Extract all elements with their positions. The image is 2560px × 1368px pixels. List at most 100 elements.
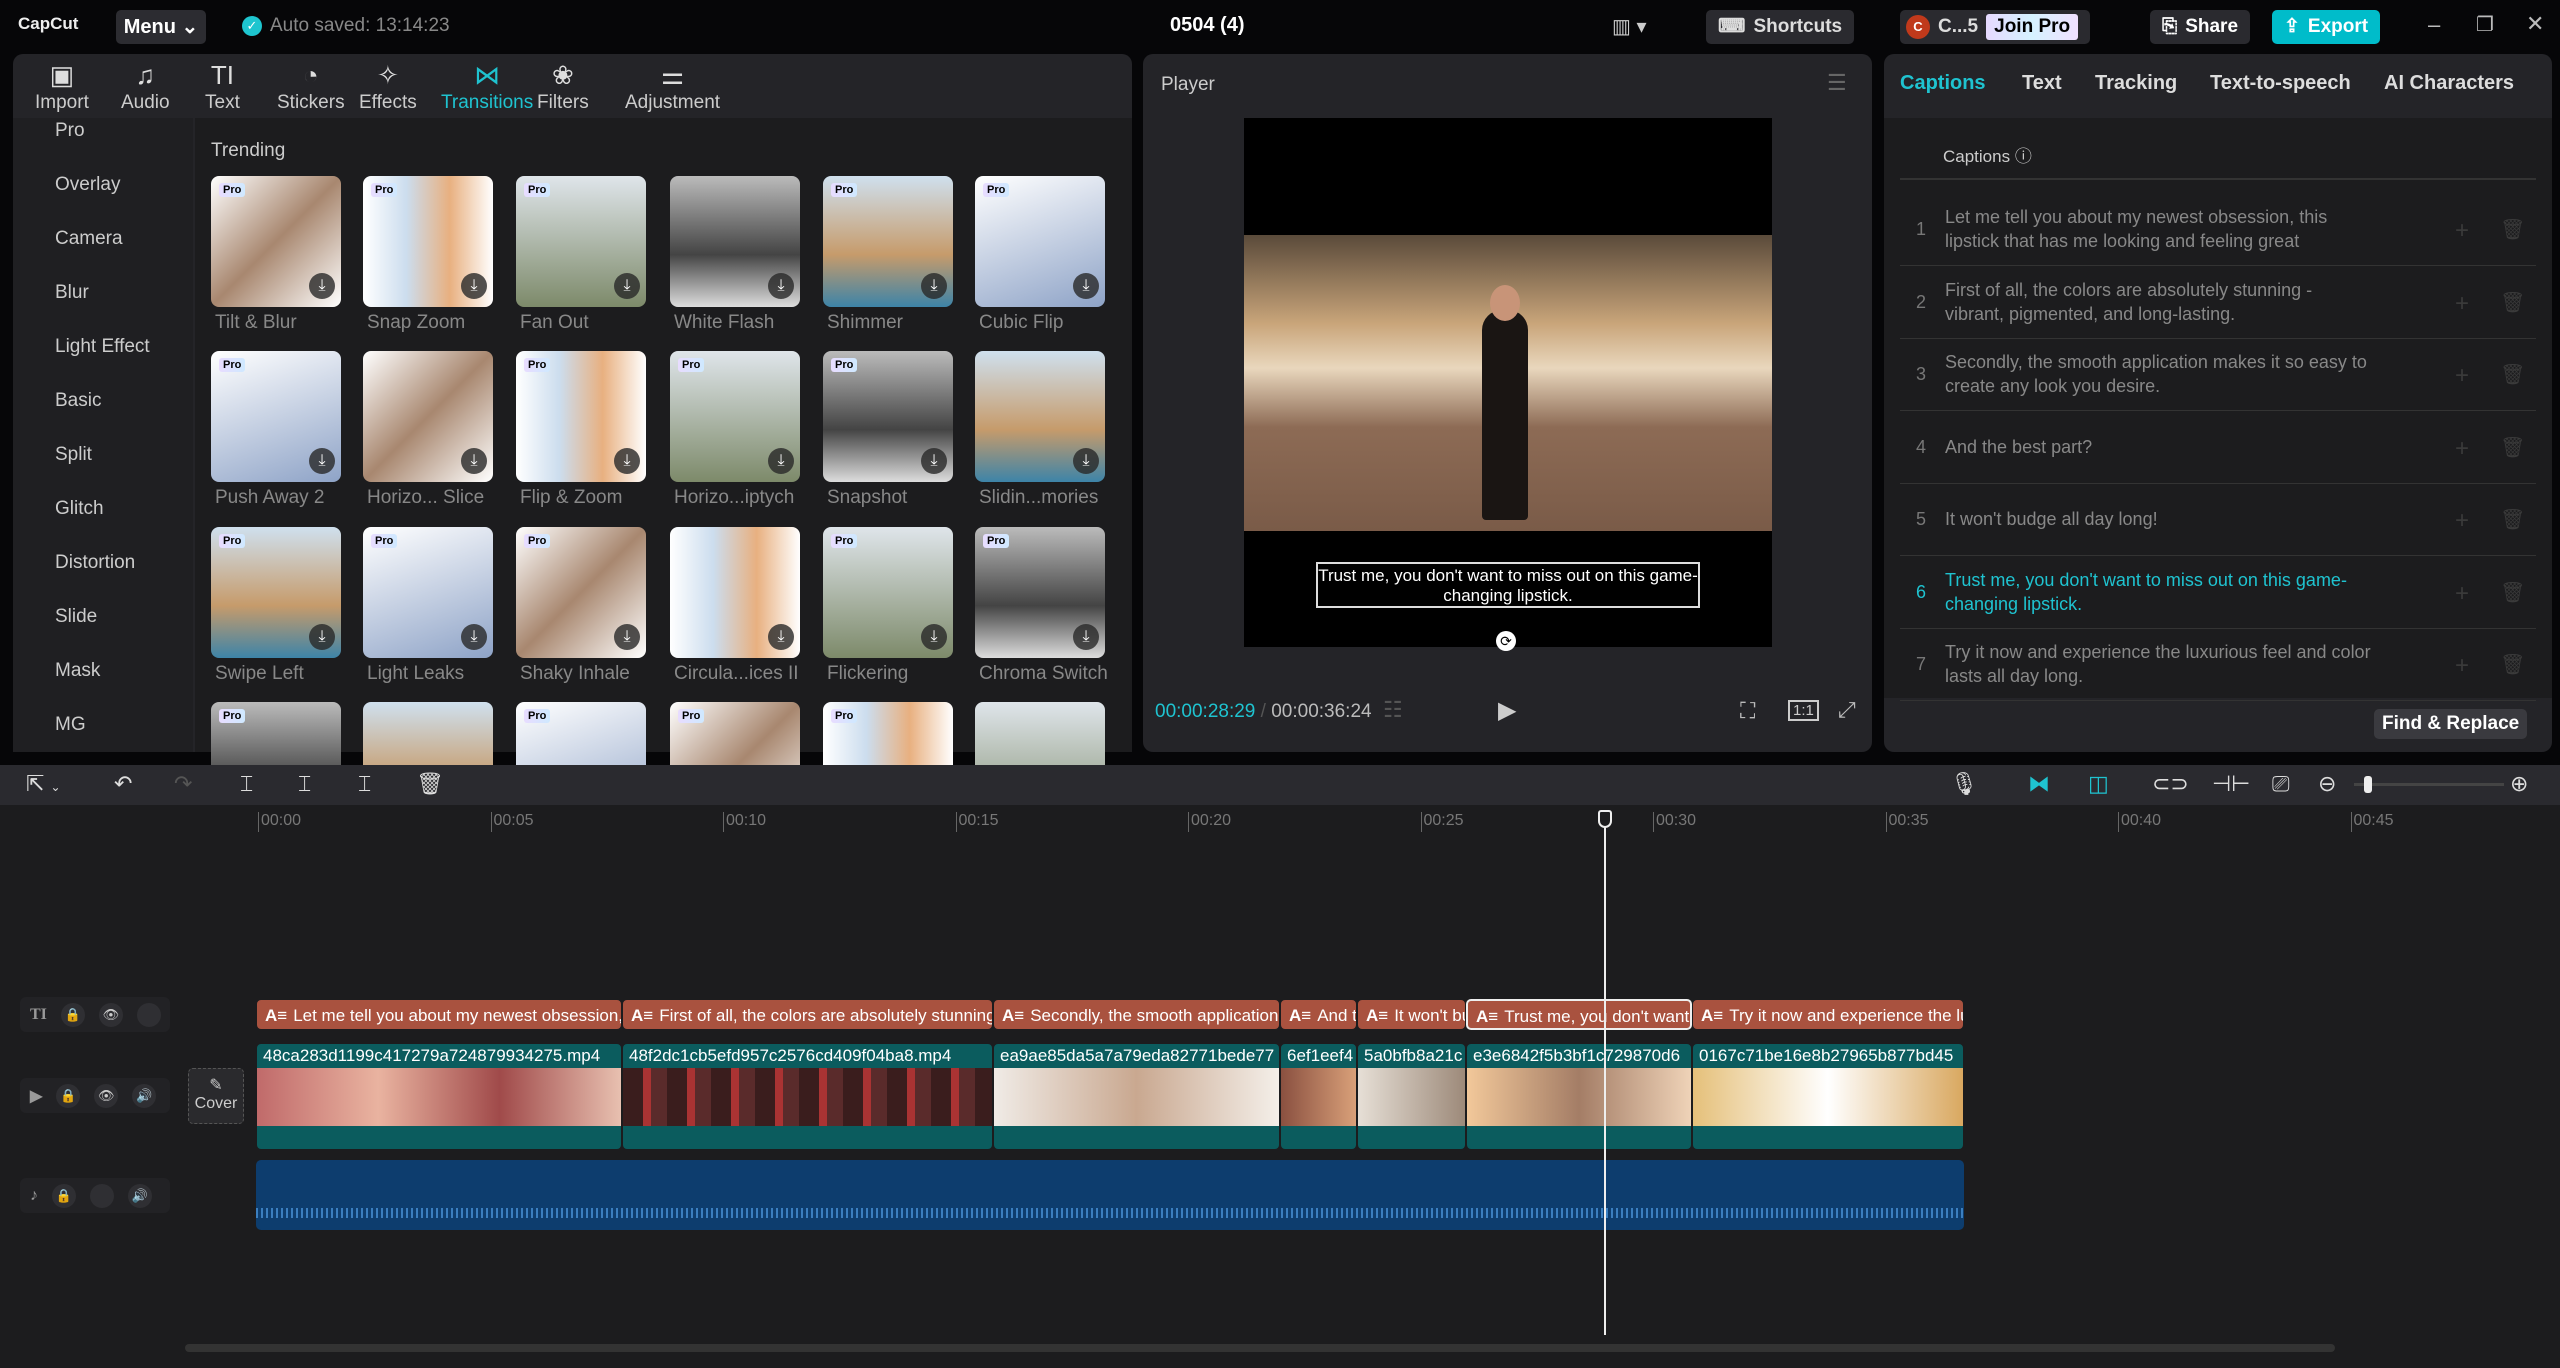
- category-blur[interactable]: Blur: [55, 282, 89, 304]
- transition-card[interactable]: Pro ⤓: [363, 176, 493, 307]
- transition-card[interactable]: Pro ⤓: [823, 176, 953, 307]
- tab-transitions[interactable]: ⋈ Transitions: [441, 58, 533, 114]
- add-icon[interactable]: +: [2455, 435, 2469, 463]
- download-icon[interactable]: ⤓: [1073, 448, 1099, 474]
- eye-icon[interactable]: 👁: [94, 1083, 119, 1108]
- download-icon[interactable]: ⤓: [461, 624, 487, 650]
- caption-clip[interactable]: A≡ And the best part?: [1280, 999, 1357, 1030]
- transition-card[interactable]: ⤓: [363, 351, 493, 482]
- caption-text[interactable]: Let me tell you about my newest obsessio…: [1945, 205, 2375, 253]
- delete-icon[interactable]: 🗑: [416, 771, 444, 797]
- select-tool-icon[interactable]: ⇱ ⌄: [26, 771, 61, 797]
- tab-filters[interactable]: ❀ Filters: [537, 58, 589, 114]
- caption-clip[interactable]: A≡ First of all, the colors are absolutel…: [622, 999, 993, 1030]
- trash-icon[interactable]: 🗑: [2500, 507, 2525, 532]
- add-icon[interactable]: +: [2455, 217, 2469, 245]
- transition-card[interactable]: Pro ⤓: [975, 527, 1105, 658]
- caption-text[interactable]: Trust me, you don't want to miss out on …: [1945, 568, 2375, 616]
- video-clip[interactable]: 6ef1eef4: [1280, 1043, 1357, 1150]
- rotate-handle-icon[interactable]: ⟳: [1496, 631, 1516, 651]
- download-icon[interactable]: ⤓: [614, 624, 640, 650]
- zoom-out-icon[interactable]: ⊖: [2318, 771, 2336, 797]
- transition-card[interactable]: Pro ⤓: [823, 527, 953, 658]
- split-icon[interactable]: ⌶: [240, 771, 253, 797]
- download-icon[interactable]: ⤓: [921, 273, 947, 299]
- download-icon[interactable]: ⤓: [921, 448, 947, 474]
- caption-text[interactable]: Try it now and experience the luxurious …: [1945, 640, 2375, 688]
- video-clip[interactable]: 0167c71be16e8b27965b877bd45: [1692, 1043, 1964, 1150]
- split-preview-icon[interactable]: ⊣⊢: [2212, 771, 2250, 797]
- category-basic[interactable]: Basic: [55, 390, 101, 412]
- mute-icon[interactable]: 🔊: [132, 1083, 157, 1108]
- share-button[interactable]: ⎘ Share: [2150, 10, 2251, 44]
- add-icon[interactable]: +: [2455, 290, 2469, 318]
- category-glitch[interactable]: Glitch: [55, 498, 104, 520]
- split-right-icon[interactable]: ⌶: [358, 771, 371, 797]
- caption-text[interactable]: And the best part?: [1945, 435, 2375, 459]
- caption-row[interactable]: 4 And the best part? + 🗑: [1900, 411, 2536, 484]
- tab-ai-characters[interactable]: AI Characters: [2384, 72, 2514, 95]
- category-slide[interactable]: Slide: [55, 606, 97, 628]
- transition-card[interactable]: ⤓: [670, 176, 800, 307]
- category-light-effect[interactable]: Light Effect: [55, 336, 150, 358]
- add-icon[interactable]: +: [2455, 580, 2469, 608]
- trash-icon[interactable]: 🗑: [2500, 435, 2525, 460]
- caption-overlay[interactable]: Trust me, you don't want to miss out on …: [1316, 562, 1700, 608]
- caption-clip[interactable]: A≡ Try it now and experience the luxuriou…: [1692, 999, 1964, 1030]
- ratio-button[interactable]: 1:1: [1788, 700, 1819, 721]
- caption-row[interactable]: 7 Try it now and experience the luxurious…: [1900, 628, 2536, 701]
- caption-clip[interactable]: A≡ Secondly, the smooth application makes…: [993, 999, 1280, 1030]
- add-icon[interactable]: +: [2455, 652, 2469, 680]
- video-clip[interactable]: 5a0bfb8a21c: [1357, 1043, 1466, 1150]
- join-pro-button[interactable]: Join Pro: [1986, 14, 2079, 40]
- zoom-fit-icon[interactable]: ⛶: [1740, 698, 1755, 724]
- timeline-scrollbar[interactable]: [185, 1344, 2335, 1352]
- preview-axis-icon[interactable]: ⎚: [2272, 771, 2290, 797]
- export-button[interactable]: ⇪ Export: [2272, 10, 2381, 44]
- restore-icon[interactable]: ❐: [2476, 12, 2494, 37]
- tab-stickers[interactable]: ◔ Stickers: [277, 58, 345, 114]
- caption-row[interactable]: 1 Let me tell you about my newest obsessi…: [1900, 193, 2536, 266]
- caption-text[interactable]: Secondly, the smooth application makes i…: [1945, 350, 2375, 398]
- eye-icon[interactable]: 👁: [98, 1002, 123, 1027]
- transition-card[interactable]: Pro ⤓: [516, 176, 646, 307]
- playhead-handle[interactable]: [1598, 810, 1613, 828]
- category-overlay[interactable]: Overlay: [55, 174, 120, 196]
- cover-button[interactable]: ✎ Cover: [188, 1068, 244, 1124]
- caption-text[interactable]: It won't budge all day long!: [1945, 507, 2375, 531]
- download-icon[interactable]: ⤓: [921, 624, 947, 650]
- zoom-slider-handle[interactable]: [2364, 776, 2372, 793]
- minimize-icon[interactable]: –: [2428, 12, 2440, 38]
- lock-icon[interactable]: 🔒: [52, 1183, 76, 1208]
- caption-row[interactable]: 6 Trust me, you don't want to miss out on…: [1900, 556, 2536, 629]
- transition-card[interactable]: Pro ⤓: [516, 351, 646, 482]
- transition-card[interactable]: Pro ⤓: [211, 527, 341, 658]
- transition-card[interactable]: Pro ⤓: [211, 176, 341, 307]
- transition-card[interactable]: Pro ⤓: [975, 176, 1105, 307]
- trash-icon[interactable]: 🗑: [2500, 290, 2525, 315]
- tab-text[interactable]: TI Text: [205, 58, 240, 114]
- tab-effects[interactable]: ✧ Effects: [359, 58, 417, 114]
- add-icon[interactable]: +: [2455, 507, 2469, 535]
- category-mg[interactable]: MG: [55, 714, 86, 736]
- caption-row[interactable]: 3 Secondly, the smooth application makes …: [1900, 338, 2536, 411]
- transition-card[interactable]: Pro ⤓: [363, 527, 493, 658]
- download-icon[interactable]: ⤓: [461, 273, 487, 299]
- find-replace-button[interactable]: Find & Replace: [2374, 709, 2528, 739]
- category-pro[interactable]: Pro: [55, 120, 85, 142]
- download-icon[interactable]: ⤓: [461, 448, 487, 474]
- lock-icon[interactable]: 🔒: [60, 1002, 85, 1027]
- split-left-icon[interactable]: ⌶: [298, 771, 311, 797]
- microphone-icon[interactable]: 🎙: [1950, 771, 1978, 797]
- player-menu-icon[interactable]: ☰: [1827, 70, 1847, 96]
- category-distortion[interactable]: Distortion: [55, 552, 135, 574]
- transition-card[interactable]: Pro ⤓: [516, 527, 646, 658]
- trash-icon[interactable]: 🗑: [2500, 652, 2525, 677]
- download-icon[interactable]: ⤓: [614, 448, 640, 474]
- caption-clip[interactable]: A≡ Let me tell you about my newest obsess…: [256, 999, 622, 1030]
- trash-icon[interactable]: 🗑: [2500, 580, 2525, 605]
- download-icon[interactable]: ⤓: [768, 273, 794, 299]
- audio-clip[interactable]: [256, 1160, 1964, 1230]
- auto-snap-icon[interactable]: ◫: [2088, 771, 2109, 797]
- video-clip[interactable]: 48ca283d1199c417279a724879934275.mp4: [256, 1043, 622, 1150]
